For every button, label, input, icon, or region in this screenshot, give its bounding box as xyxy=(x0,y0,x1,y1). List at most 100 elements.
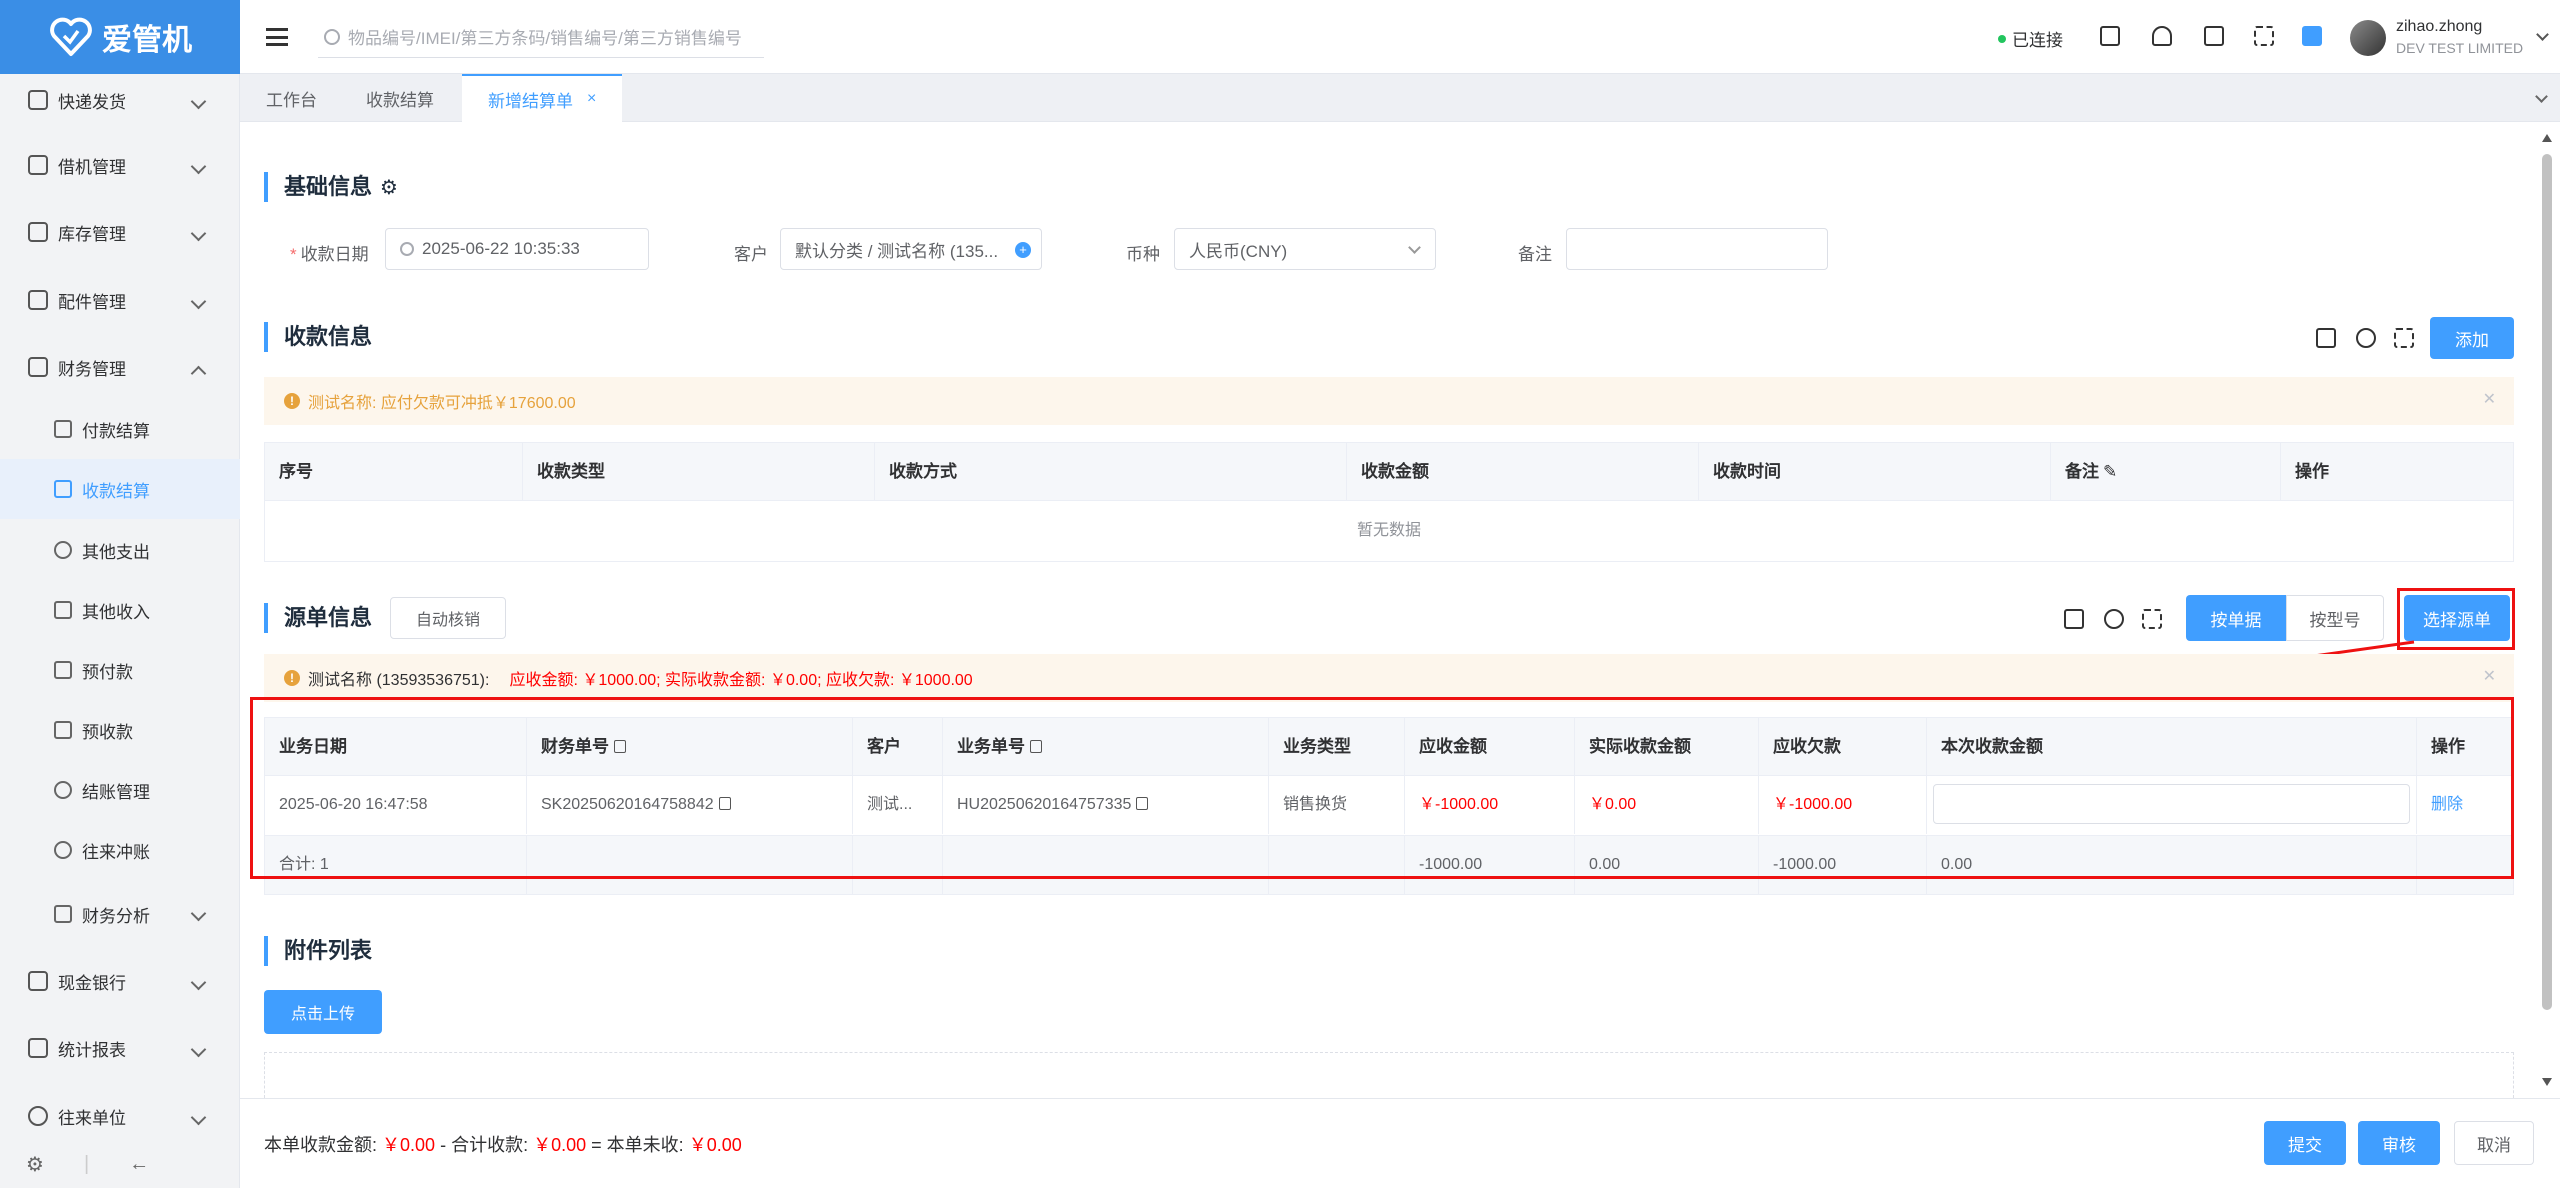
sidebar-item-label: 快递发货 xyxy=(58,92,126,112)
required-mark: * xyxy=(290,245,297,264)
image-icon[interactable] xyxy=(2100,26,2120,46)
chevron-down-icon xyxy=(190,93,207,110)
date-label-text: 收款日期 xyxy=(300,245,369,264)
sidebar-subitem-receive[interactable]: 收款结算 xyxy=(0,459,240,519)
remark-label: 备注 xyxy=(1518,245,1552,264)
sidebar-subitem-closing[interactable]: 结账管理 xyxy=(0,760,240,820)
sidebar-item-parts[interactable]: 配件管理 xyxy=(0,270,240,330)
add-receipt-button[interactable]: 添加 xyxy=(2430,317,2514,359)
notebook-icon[interactable] xyxy=(2204,26,2224,46)
divider: | xyxy=(83,1152,90,1175)
gear-icon[interactable]: ⚙ xyxy=(380,177,398,199)
app-logo[interactable]: 爱管机 xyxy=(0,0,240,74)
bell-icon[interactable] xyxy=(2152,26,2172,46)
sidebar-item-borrow[interactable]: 借机管理 xyxy=(0,135,240,195)
sidebar-subitem-other-income[interactable]: 其他收入 xyxy=(0,580,240,640)
tab-label: 收款结算 xyxy=(366,90,434,110)
scroll-down-icon[interactable] xyxy=(2542,1078,2552,1086)
search-icon xyxy=(324,28,340,45)
collapse-arrow-icon[interactable]: ← xyxy=(129,1153,149,1176)
gear-icon[interactable] xyxy=(2356,328,2376,348)
scroll-up-icon[interactable] xyxy=(2542,134,2552,142)
remark-input[interactable] xyxy=(1566,228,1828,270)
truck-icon xyxy=(28,90,48,110)
sidebar-item-bank[interactable]: 现金银行 xyxy=(0,951,240,1011)
sidebar-item-finance[interactable]: 财务管理 xyxy=(0,337,240,397)
fullscreen-icon[interactable] xyxy=(2254,26,2274,46)
alert-text: 测试名称: 应付欠款可冲抵￥17600.00 xyxy=(308,395,576,412)
auto-writeoff-button[interactable]: 自动核销 xyxy=(390,597,506,639)
sidebar: 爱管机 快递发货 借机管理 库存管理 配件管理 财务管理 付款结算 收款结算 其… xyxy=(0,0,240,1188)
column-header: 备注 ✎ xyxy=(2051,443,2281,501)
customer-select[interactable]: 默认分类 / 测试名称 (135... + xyxy=(780,228,1042,270)
page-scrollbar[interactable] xyxy=(2540,130,2554,1090)
chevron-down-icon xyxy=(1408,241,1421,254)
sidebar-subitem-prereceive[interactable]: 预收款 xyxy=(0,700,240,760)
footer-summary: 本单收款金额: ￥0.00 - 合计收款: ￥0.00 = 本单未收: ￥0.0… xyxy=(264,1131,742,1157)
clock-icon xyxy=(400,242,414,256)
scroll-thumb[interactable] xyxy=(2542,154,2552,1010)
edit-icon[interactable]: ✎ xyxy=(2103,462,2117,481)
warning-icon: ! xyxy=(284,393,300,409)
customer-label: 客户 xyxy=(734,245,768,264)
column-settings-icon[interactable] xyxy=(2064,609,2084,629)
highlight-box xyxy=(250,697,2514,879)
fullscreen-icon[interactable] xyxy=(2394,328,2414,348)
sidebar-item-label: 统计报表 xyxy=(58,1040,126,1060)
sidebar-item-label: 库存管理 xyxy=(58,224,126,244)
yen-icon xyxy=(28,357,48,377)
tab-workbench[interactable]: 工作台 xyxy=(240,74,343,122)
table-header: 序号 收款类型 收款方式 收款金额 收款时间 备注 ✎ 操作 xyxy=(265,443,2513,501)
by-document-toggle[interactable]: 按单据 xyxy=(2186,595,2286,641)
column-settings-icon[interactable] xyxy=(2316,328,2336,348)
user-name[interactable]: zihao.zhong xyxy=(2396,18,2482,36)
date-value: 2025-06-22 10:35:33 xyxy=(422,239,580,258)
sidebar-footer: ⚙ | ← xyxy=(0,1140,240,1188)
alert-customer: 测试名称 (13593536751): xyxy=(308,672,490,689)
fullscreen-icon[interactable] xyxy=(2142,609,2162,629)
cancel-button[interactable]: 取消 xyxy=(2454,1121,2534,1165)
tab-new-settlement[interactable]: 新增结算单 × xyxy=(462,74,623,122)
add-customer-icon[interactable]: + xyxy=(1015,242,1031,258)
sidebar-subitem-analysis[interactable]: 财务分析 xyxy=(0,884,240,944)
sidebar-subitem-label: 结账管理 xyxy=(82,782,150,802)
close-icon[interactable]: × xyxy=(587,90,596,108)
gear-icon[interactable] xyxy=(2104,609,2124,629)
top-header: 物品编号/IMEI/第三方条码/销售编号/第三方销售编号 已连接 zihao.z… xyxy=(240,0,2560,74)
sidebar-subitem-pay[interactable]: 付款结算 xyxy=(0,399,240,459)
history-icon xyxy=(54,781,72,799)
close-icon[interactable]: ✕ xyxy=(2483,666,2496,686)
download-icon[interactable] xyxy=(2302,26,2322,46)
chevron-down-icon[interactable] xyxy=(2536,28,2549,41)
tab-receipt-settlement[interactable]: 收款结算 xyxy=(340,74,460,122)
date-picker[interactable]: 2025-06-22 10:35:33 xyxy=(385,228,649,270)
heart-logo-icon xyxy=(50,17,92,56)
footer-bar: 本单收款金额: ￥0.00 - 合计收款: ￥0.00 = 本单未收: ￥0.0… xyxy=(240,1098,2560,1188)
pay-icon xyxy=(54,420,72,438)
label-this: 本单收款金额: xyxy=(264,1135,378,1155)
sidebar-item-reports[interactable]: 统计报表 xyxy=(0,1018,240,1078)
sidebar-subitem-prepay[interactable]: 预付款 xyxy=(0,640,240,700)
submit-button[interactable]: 提交 xyxy=(2264,1121,2346,1165)
by-model-toggle[interactable]: 按型号 xyxy=(2286,595,2384,641)
section-title-source: 源单信息 xyxy=(264,601,372,635)
sidebar-item-inventory[interactable]: 库存管理 xyxy=(0,202,240,262)
sidebar-item-express[interactable]: 快递发货 xyxy=(0,70,240,130)
menu-toggle-icon[interactable] xyxy=(266,28,288,46)
close-icon[interactable]: ✕ xyxy=(2483,389,2496,409)
sidebar-subitem-other-expense[interactable]: 其他支出 xyxy=(0,520,240,580)
user-avatar[interactable] xyxy=(2350,20,2386,56)
sidebar-subitem-offset[interactable]: 往来冲账 xyxy=(0,820,240,880)
chevron-down-icon xyxy=(190,1041,207,1058)
global-search-input[interactable]: 物品编号/IMEI/第三方条码/销售编号/第三方销售编号 xyxy=(318,16,764,58)
sidebar-item-contacts[interactable]: 往来单位 xyxy=(0,1086,240,1146)
sidebar-item-label: 配件管理 xyxy=(58,292,126,312)
chevron-down-icon[interactable] xyxy=(2535,90,2548,103)
currency-select[interactable]: 人民币(CNY) xyxy=(1174,228,1436,270)
sidebar-subitem-label: 其他支出 xyxy=(82,542,150,562)
upload-button[interactable]: 点击上传 xyxy=(264,990,382,1034)
report-icon xyxy=(28,1038,48,1058)
column-header: 收款金额 xyxy=(1347,443,1699,501)
settings-gear-icon[interactable]: ⚙ xyxy=(26,1152,44,1177)
review-button[interactable]: 审核 xyxy=(2358,1121,2440,1165)
